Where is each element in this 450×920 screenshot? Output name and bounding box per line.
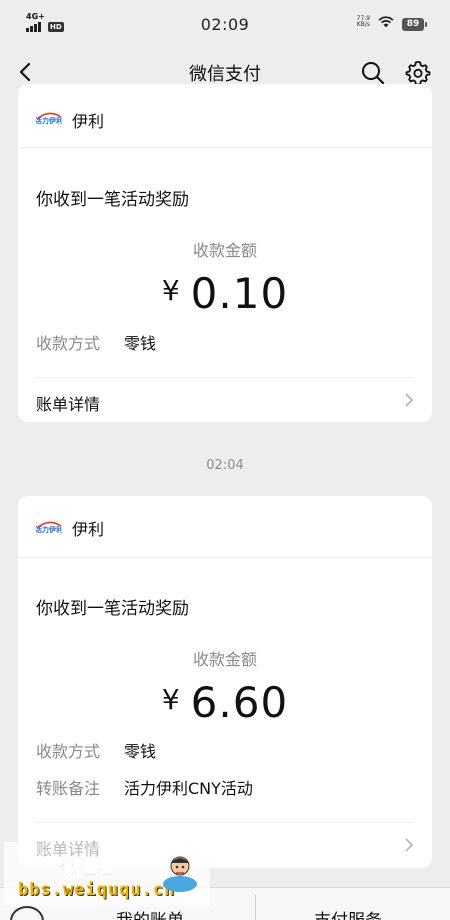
- payment-services-button[interactable]: 支付服务: [314, 906, 382, 920]
- network-speed: 77.9 KB/s: [357, 16, 370, 28]
- payment-method-label: 收款方式: [36, 334, 101, 353]
- amount-value: ¥6.60: [18, 678, 432, 727]
- battery-icon: 89: [402, 18, 427, 31]
- mascot-icon: [163, 856, 197, 892]
- currency-symbol: ¥: [161, 274, 181, 307]
- search-icon[interactable]: [360, 60, 386, 86]
- amount-label: 收款金额: [192, 241, 257, 260]
- status-right: 77.9 KB/s: [357, 16, 394, 28]
- wifi-icon: [378, 16, 394, 28]
- my-bills-button[interactable]: 我的账单: [116, 906, 184, 920]
- currency-symbol: ¥: [161, 683, 181, 716]
- divider: [255, 894, 256, 920]
- payment-method-label: 收款方式: [36, 742, 101, 761]
- divider: [36, 377, 414, 378]
- message-title: 你收到一笔活动奖励: [36, 599, 189, 619]
- merchant-name: 伊利: [72, 112, 105, 131]
- watermark: 微趣趣 bbs.weiququ.cn: [4, 842, 210, 906]
- transfer-note-value: 活力伊利CNY活动: [124, 779, 253, 798]
- status-bar: 4G+ HD 02:09 77.9 KB/s 89: [0, 0, 450, 50]
- gear-icon[interactable]: [405, 60, 431, 86]
- svg-text:活力伊利: 活力伊利: [36, 525, 62, 534]
- payment-method-value: 零钱: [124, 742, 157, 761]
- keyboard-icon[interactable]: [10, 906, 44, 920]
- card-header: 活力伊利 伊利: [18, 496, 432, 558]
- payment-method-value: 零钱: [124, 334, 157, 353]
- speed-unit: KB/s: [356, 21, 370, 28]
- merchant-name: 伊利: [72, 520, 105, 539]
- chevron-right-icon: [405, 393, 414, 407]
- transfer-note-label: 转账备注: [36, 779, 101, 798]
- amount-number: 6.60: [190, 678, 289, 727]
- divider: [36, 822, 414, 823]
- timestamp-separator: 02:04: [206, 458, 244, 473]
- payment-message-card[interactable]: 活力伊利 伊利 你收到一笔活动奖励 收款金额 ¥0.10 收款方式 零钱 账单详…: [18, 84, 432, 422]
- yili-logo-icon: 活力伊利: [36, 521, 62, 534]
- yili-logo-icon: 活力伊利: [36, 112, 62, 125]
- svg-text:活力伊利: 活力伊利: [36, 116, 62, 125]
- message-title: 你收到一笔活动奖励: [36, 190, 189, 210]
- bill-detail-link[interactable]: 账单详情: [36, 391, 100, 415]
- chevron-right-icon: [405, 838, 414, 852]
- payment-message-card[interactable]: 活力伊利 伊利 你收到一笔活动奖励 收款金额 ¥6.60 收款方式 零钱 转账备…: [18, 496, 432, 868]
- amount-label: 收款金额: [192, 650, 257, 669]
- amount-value: ¥0.10: [18, 269, 432, 318]
- watermark-url: bbs.weiququ.cn: [18, 880, 176, 900]
- watermark-name: 微趣趣: [60, 858, 115, 880]
- card-header: 活力伊利 伊利: [18, 84, 432, 148]
- amount-number: 0.10: [190, 269, 289, 318]
